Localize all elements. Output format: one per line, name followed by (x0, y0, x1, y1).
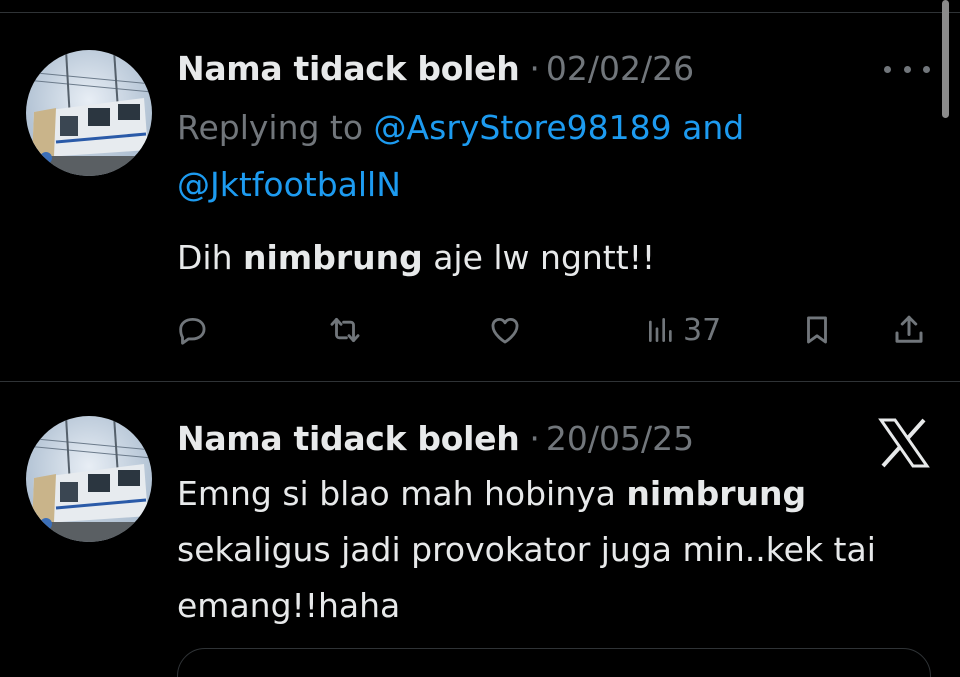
separator-dot: · (529, 418, 540, 458)
reply-icon (175, 313, 209, 347)
author-name[interactable]: Nama tidack boleh (177, 419, 520, 458)
mention-conjunction[interactable]: and (682, 108, 744, 147)
like-icon (487, 313, 523, 347)
replying-prefix: Replying to (177, 108, 364, 147)
more-horizontal-icon[interactable] (884, 59, 930, 79)
bookmark-button[interactable] (800, 308, 834, 352)
reply-button[interactable] (175, 308, 209, 352)
tweet-text: Emng si blao mah hobinya nimbrung sekali… (177, 466, 947, 634)
mention-link[interactable]: @JktfootballN (177, 165, 401, 204)
retweet-button[interactable] (327, 308, 363, 352)
tweet-text-highlight: nimbrung (626, 474, 807, 513)
tweet-thread: Nama tidack boleh · 02/02/26 Replying to… (0, 0, 960, 677)
x-logo-icon (878, 418, 930, 468)
like-button[interactable] (487, 308, 523, 352)
views-icon (645, 313, 677, 347)
retweet-icon (327, 313, 363, 347)
quoted-tweet-card[interactable] (177, 648, 931, 677)
replying-to: Replying to @AsryStore98189 and (177, 100, 744, 156)
avatar[interactable] (26, 50, 152, 176)
tweet[interactable]: Nama tidack boleh · 20/05/25 Emng si bla… (0, 410, 960, 677)
tweet[interactable]: Nama tidack boleh · 02/02/26 Replying to… (0, 40, 960, 380)
tweet-text-part: Emng si blao mah hobinya (177, 474, 616, 513)
share-button[interactable] (891, 308, 927, 352)
tweet-text-part: aje lw ngntt!! (433, 238, 656, 277)
share-icon (891, 312, 927, 348)
views-count: 37 (683, 312, 722, 348)
tweet-text-highlight: nimbrung (243, 238, 423, 277)
tweet-text-part: sekaligus jadi provokator juga min..kek … (177, 530, 876, 625)
tweet-header: Nama tidack boleh · 02/02/26 (177, 40, 694, 96)
author-name[interactable]: Nama tidack boleh (177, 49, 520, 88)
tweet-divider (0, 381, 960, 382)
separator-dot: · (529, 48, 540, 88)
replying-to-continued: @JktfootballN (177, 157, 401, 213)
avatar[interactable] (26, 416, 152, 542)
tweet-actions: 37 (175, 308, 935, 352)
tweet-text-part: Dih (177, 238, 233, 277)
top-divider (0, 12, 960, 13)
tweet-text: Dih nimbrung aje lw ngntt!! (177, 230, 655, 286)
tweet-date[interactable]: 20/05/25 (546, 419, 694, 458)
bookmark-icon (800, 313, 834, 347)
views-button[interactable]: 37 (645, 308, 721, 352)
tweet-date[interactable]: 02/02/26 (546, 49, 694, 88)
tweet-header: Nama tidack boleh · 20/05/25 (177, 410, 694, 466)
mention-link[interactable]: @AsryStore98189 (374, 108, 672, 147)
